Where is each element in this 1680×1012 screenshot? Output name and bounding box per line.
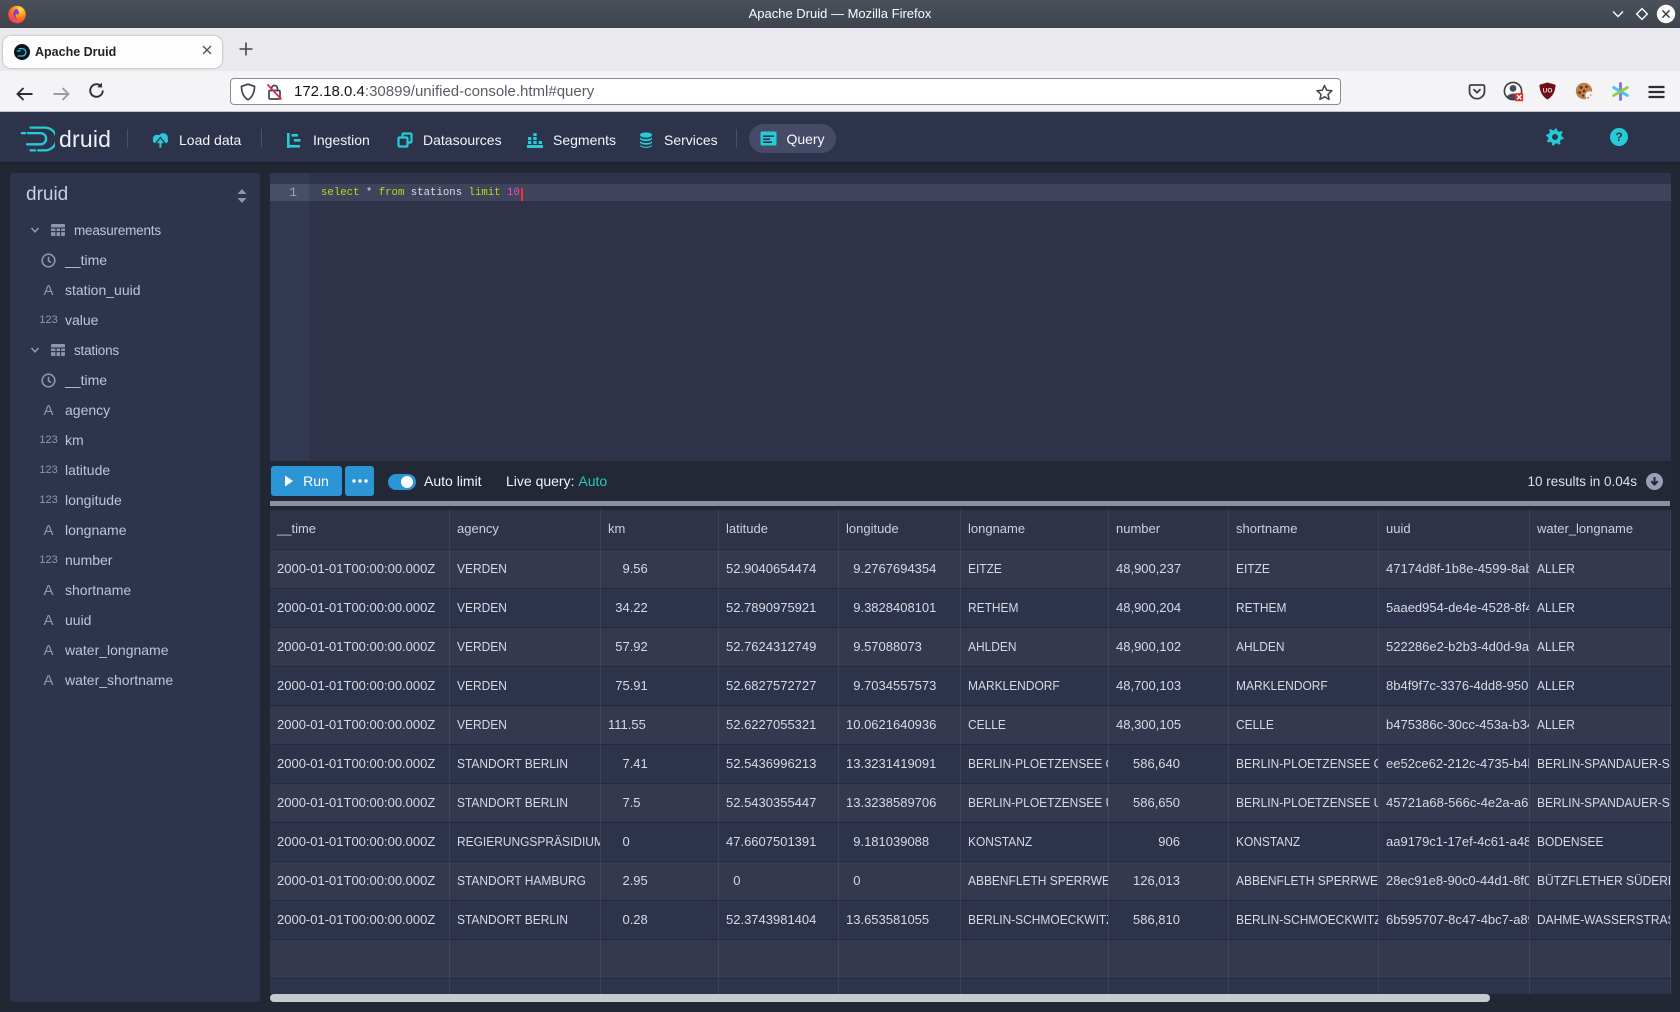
svg-text:UO: UO — [1543, 88, 1553, 95]
svg-text:?: ? — [1615, 130, 1622, 144]
